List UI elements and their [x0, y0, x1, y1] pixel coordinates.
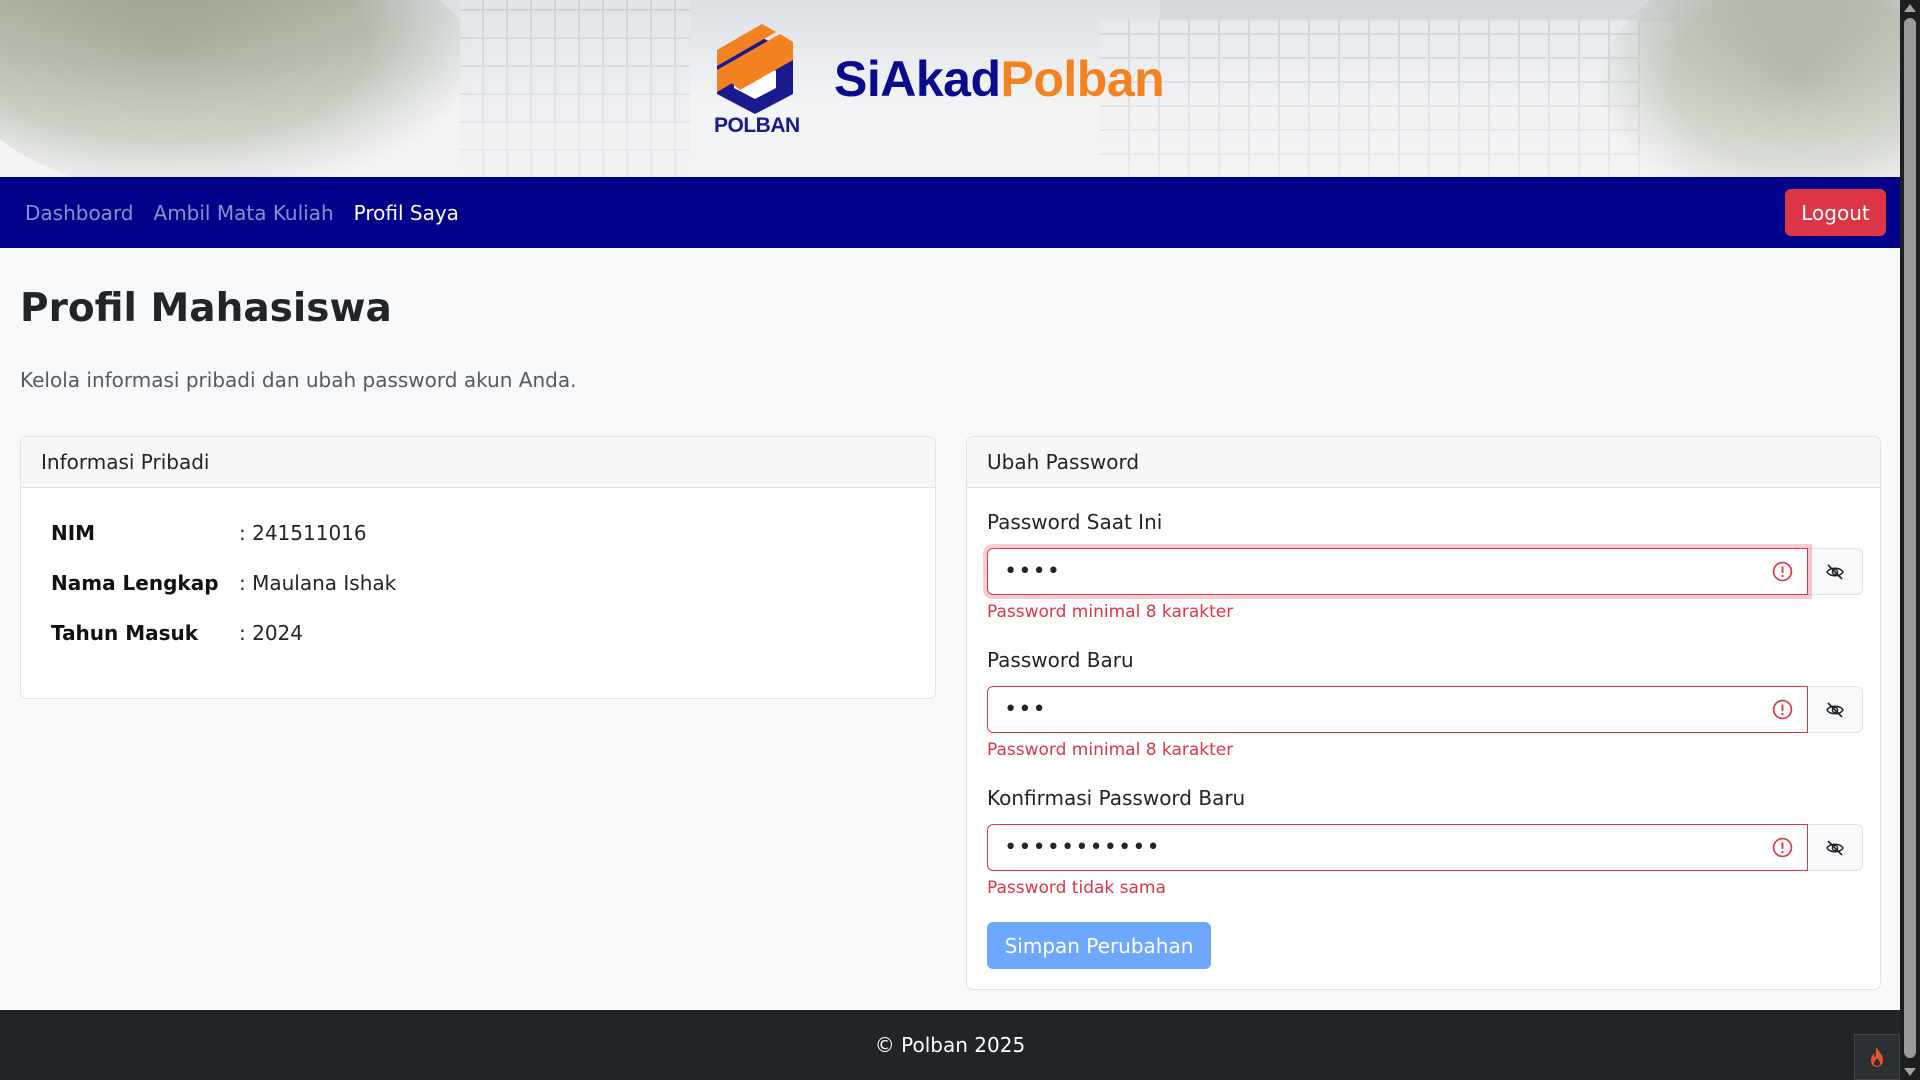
toggle-new-password-button[interactable]	[1808, 686, 1863, 733]
alert-circle-icon	[1772, 837, 1793, 858]
page-title: Profil Mahasiswa	[20, 286, 392, 331]
alert-circle-icon	[1772, 561, 1793, 582]
confirm-password-value: •••••••••••	[1004, 834, 1161, 860]
current-password-input[interactable]: ••••	[987, 548, 1808, 595]
logout-button[interactable]: Logout	[1785, 189, 1886, 236]
footer: © Polban 2025	[0, 1010, 1900, 1080]
navbar: Dashboard Ambil Mata Kuliah Profil Saya …	[0, 177, 1900, 248]
fire-button[interactable]	[1854, 1034, 1900, 1080]
eye-slash-icon	[1826, 563, 1844, 580]
toggle-current-password-button[interactable]	[1808, 548, 1863, 595]
info-label: NIM	[51, 521, 96, 545]
change-password-card: Ubah Password Password Saat Ini •••• Pas…	[966, 436, 1881, 990]
scroll-up-arrow-icon[interactable]	[1904, 4, 1916, 12]
scroll-down-arrow-icon[interactable]	[1904, 1068, 1916, 1076]
current-password-group: ••••	[987, 548, 1863, 595]
fire-icon	[1871, 1047, 1883, 1067]
change-password-header: Ubah Password	[967, 437, 1880, 488]
new-password-group: •••	[987, 686, 1863, 733]
info-row-tahun: Tahun Masuk : 2024	[51, 621, 303, 645]
scroll-thumb[interactable]	[1904, 18, 1916, 1058]
confirm-password-input[interactable]: •••••••••••	[987, 824, 1808, 871]
polban-logo: POLBAN	[714, 20, 800, 140]
info-row-nama: Nama Lengkap : Maulana Ishak	[51, 571, 396, 595]
current-password-value: ••••	[1004, 558, 1061, 584]
eye-slash-icon	[1826, 701, 1844, 718]
polban-logo-icon	[717, 24, 793, 114]
brand: POLBAN SiAkadPolban	[714, 20, 1165, 140]
footer-text: © Polban 2025	[874, 1033, 1026, 1057]
new-password-label: Password Baru	[987, 648, 1134, 672]
confirm-password-label: Konfirmasi Password Baru	[987, 786, 1246, 810]
app-title: SiAkadPolban	[834, 50, 1165, 108]
save-changes-button[interactable]: Simpan Perubahan	[987, 922, 1211, 969]
current-password-label: Password Saat Ini	[987, 510, 1163, 534]
app-title-part2: Polban	[1000, 51, 1165, 107]
info-value: : 2024	[239, 621, 303, 645]
page-subtitle: Kelola informasi pribadi dan ubah passwo…	[20, 368, 577, 392]
new-password-value: •••	[1004, 696, 1047, 722]
confirm-password-error: Password tidak sama	[987, 878, 1166, 898]
nav-dashboard[interactable]: Dashboard	[25, 201, 134, 225]
nav-profil-saya[interactable]: Profil Saya	[354, 201, 459, 225]
eye-slash-icon	[1826, 839, 1844, 856]
info-value: : 241511016	[239, 521, 367, 545]
page-scrollbar[interactable]	[1900, 0, 1920, 1080]
personal-info-card: Informasi Pribadi NIM : 241511016 Nama L…	[20, 436, 936, 699]
new-password-input[interactable]: •••	[987, 686, 1808, 733]
current-password-error: Password minimal 8 karakter	[987, 602, 1234, 622]
confirm-password-group: •••••••••••	[987, 824, 1863, 871]
info-row-nim: NIM : 241511016	[51, 521, 367, 545]
info-value: : Maulana Ishak	[239, 571, 397, 595]
app-title-part1: SiAkad	[834, 51, 1001, 107]
header-banner: POLBAN SiAkadPolban	[0, 0, 1900, 177]
alert-circle-icon	[1772, 699, 1793, 720]
personal-info-header: Informasi Pribadi	[21, 437, 935, 488]
new-password-error: Password minimal 8 karakter	[987, 740, 1234, 760]
info-label: Nama Lengkap	[51, 571, 219, 595]
nav-ambil-mata-kuliah[interactable]: Ambil Mata Kuliah	[154, 201, 334, 225]
toggle-confirm-password-button[interactable]	[1808, 824, 1863, 871]
logo-text: POLBAN	[714, 114, 800, 137]
info-label: Tahun Masuk	[51, 621, 199, 645]
